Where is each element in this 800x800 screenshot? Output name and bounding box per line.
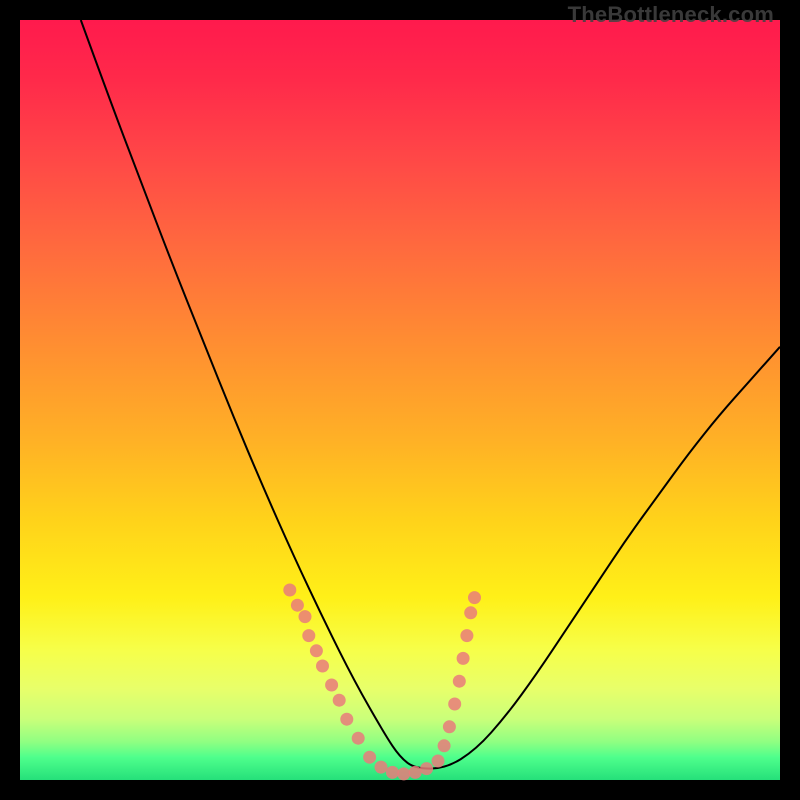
data-point: [409, 766, 422, 779]
data-point: [448, 698, 461, 711]
data-point: [438, 739, 451, 752]
data-point: [386, 766, 399, 779]
bottleneck-curve: [81, 20, 780, 769]
data-point: [310, 644, 323, 657]
data-point: [302, 629, 315, 642]
data-point: [291, 599, 304, 612]
data-point: [457, 652, 470, 665]
data-point: [363, 751, 376, 764]
data-point: [468, 591, 481, 604]
data-point: [397, 767, 410, 780]
data-point: [420, 762, 433, 775]
data-point: [352, 732, 365, 745]
data-point: [325, 679, 338, 692]
scatter-points: [283, 584, 481, 781]
data-point: [340, 713, 353, 726]
watermark-text: TheBottleneck.com: [568, 2, 774, 28]
data-point: [443, 720, 456, 733]
data-point: [460, 629, 473, 642]
chart-svg: [20, 20, 780, 780]
chart-frame: [20, 20, 780, 780]
data-point: [316, 660, 329, 673]
data-point: [464, 606, 477, 619]
data-point: [299, 610, 312, 623]
data-point: [375, 761, 388, 774]
data-point: [283, 584, 296, 597]
data-point: [333, 694, 346, 707]
data-point: [453, 675, 466, 688]
data-point: [432, 755, 445, 768]
